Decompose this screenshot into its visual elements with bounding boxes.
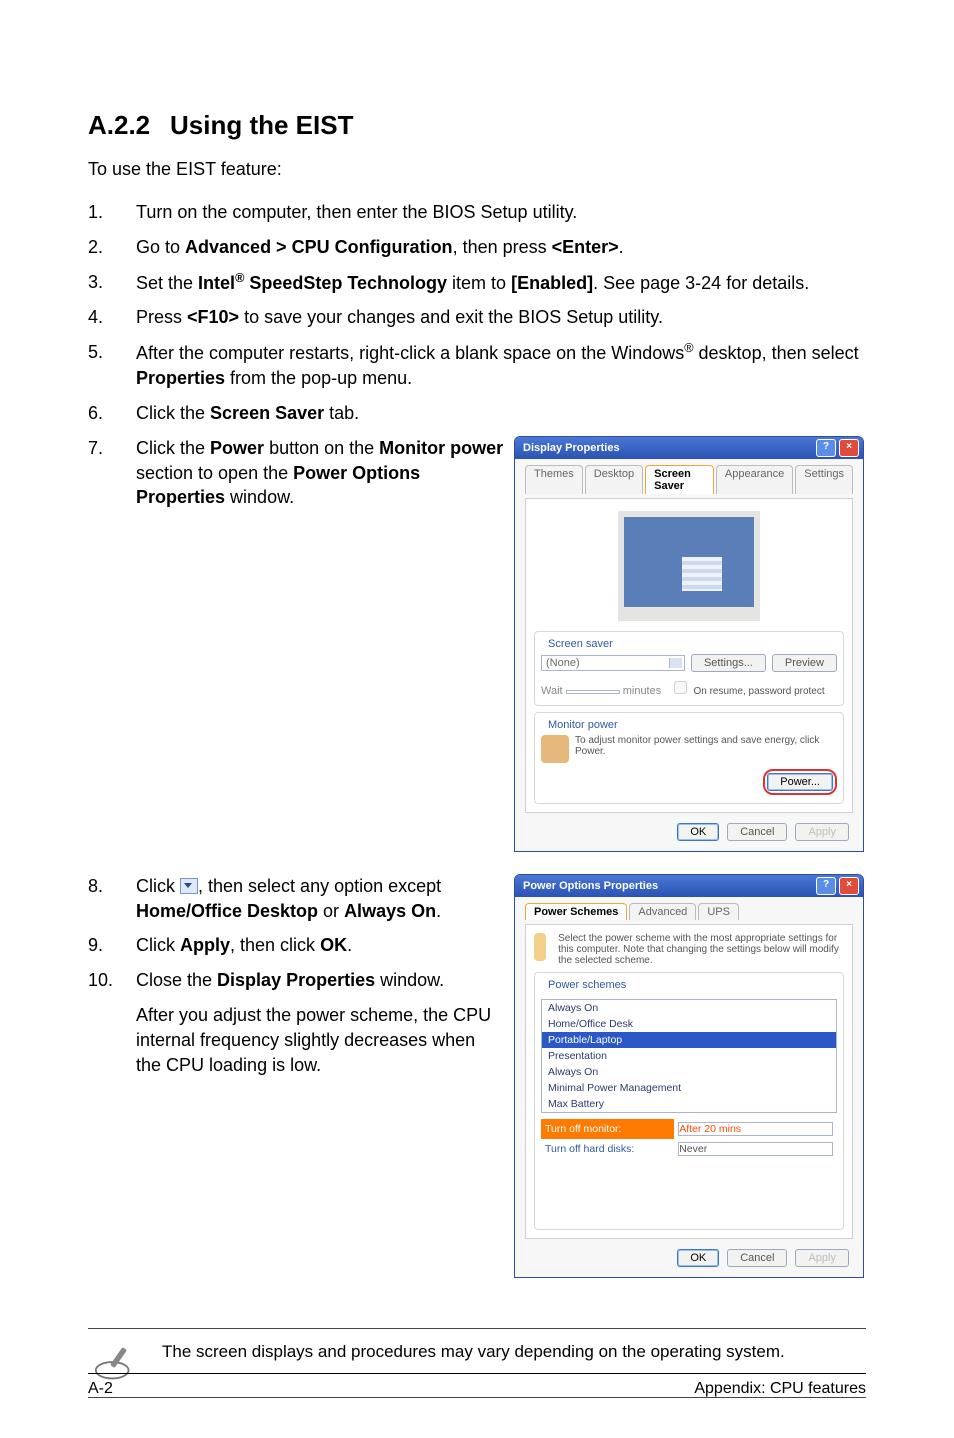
- step-4: 4. Press <F10> to save your changes and …: [88, 305, 866, 330]
- after-text: After you adjust the power scheme, the C…: [136, 1003, 504, 1077]
- ok-button[interactable]: OK: [677, 823, 719, 841]
- wait-label: Wait: [541, 685, 563, 697]
- step-6: 6. Click the Screen Saver tab.: [88, 401, 866, 426]
- wait-minutes[interactable]: [566, 690, 620, 694]
- display-properties-dialog: Display Properties ? × Themes Desktop Sc…: [514, 436, 864, 852]
- settings-button[interactable]: Settings...: [691, 654, 766, 672]
- close-button[interactable]: ×: [839, 439, 859, 457]
- section-title: Using the EIST: [170, 110, 353, 140]
- monitor-power-text: To adjust monitor power settings and sav…: [575, 735, 837, 757]
- group-screen-saver: Screen saver: [545, 638, 616, 650]
- tab-desktop[interactable]: Desktop: [585, 465, 643, 494]
- group-power-schemes: Power schemes: [545, 979, 629, 991]
- list-item[interactable]: Presentation: [542, 1048, 836, 1064]
- list-item[interactable]: Home/Office Desk: [542, 1016, 836, 1032]
- step-7: 7. Click the Power button on the Monitor…: [88, 436, 504, 510]
- section-heading: A.2.2Using the EIST: [88, 110, 866, 141]
- preview-monitor-icon: [618, 511, 760, 621]
- help-button[interactable]: ?: [816, 439, 836, 457]
- step-1: 1. Turn on the computer, then enter the …: [88, 200, 866, 225]
- tab-screen-saver[interactable]: Screen Saver: [645, 465, 714, 494]
- tab-settings[interactable]: Settings: [795, 465, 853, 494]
- step-2: 2. Go to Advanced > CPU Configuration, t…: [88, 235, 866, 260]
- power-icon: [541, 735, 569, 763]
- ok-button[interactable]: OK: [677, 1249, 719, 1267]
- page-footer: A-2 Appendix: CPU features: [88, 1373, 866, 1398]
- scheme-desc: Select the power scheme with the most ap…: [558, 933, 844, 966]
- monitor-value[interactable]: After 20 mins: [678, 1122, 833, 1136]
- help-button[interactable]: ?: [816, 877, 836, 895]
- intro-text: To use the EIST feature:: [88, 159, 866, 180]
- list-item[interactable]: Minimal Power Management: [542, 1080, 836, 1096]
- dialog-title: Power Options Properties: [523, 880, 813, 892]
- cancel-button[interactable]: Cancel: [727, 823, 787, 841]
- tab-ups[interactable]: UPS: [698, 903, 739, 920]
- cancel-button[interactable]: Cancel: [727, 1249, 787, 1267]
- section-number: A.2.2: [88, 110, 170, 141]
- scheme-dropdown[interactable]: Always On Home/Office Desk Portable/Lapt…: [541, 999, 837, 1113]
- row-monitor-label: Turn off monitor:: [541, 1119, 674, 1139]
- tab-appearance[interactable]: Appearance: [716, 465, 793, 494]
- group-monitor-power: Monitor power: [545, 719, 621, 731]
- row-hd-label: Turn off hard disks:: [541, 1139, 674, 1159]
- footer-page-number: A-2: [88, 1380, 113, 1398]
- step-3: 3. Set the Intel® SpeedStep Technology i…: [88, 270, 866, 296]
- scheme-icon: [534, 933, 546, 961]
- footer-chapter: Appendix: CPU features: [694, 1380, 866, 1398]
- close-button[interactable]: ×: [839, 877, 859, 895]
- step-9: 9. Click Apply, then click OK.: [88, 933, 504, 958]
- chevron-down-icon: [180, 878, 198, 894]
- power-options-dialog: Power Options Properties ? × Power Schem…: [514, 874, 864, 1278]
- tab-advanced[interactable]: Advanced: [629, 903, 696, 920]
- step-8: 8. Click , then select any option except…: [88, 874, 504, 924]
- hd-value[interactable]: Never: [678, 1142, 833, 1156]
- step-5: 5. After the computer restarts, right-cl…: [88, 340, 866, 391]
- apply-button[interactable]: Apply: [795, 823, 849, 841]
- tab-power-schemes[interactable]: Power Schemes: [525, 903, 627, 920]
- preview-button[interactable]: Preview: [772, 654, 837, 672]
- note-text: The screen displays and procedures may v…: [162, 1341, 785, 1364]
- power-button[interactable]: Power...: [767, 773, 833, 791]
- list-item[interactable]: Always On: [542, 1064, 836, 1080]
- screensaver-select[interactable]: (None): [541, 655, 685, 671]
- tab-themes[interactable]: Themes: [525, 465, 583, 494]
- list-item[interactable]: Portable/Laptop: [542, 1032, 836, 1048]
- list-item[interactable]: Always On: [542, 1000, 836, 1016]
- dialog-title: Display Properties: [523, 442, 813, 454]
- list-item[interactable]: Max Battery: [542, 1096, 836, 1112]
- resume-checkbox[interactable]: [674, 681, 687, 694]
- apply-button[interactable]: Apply: [795, 1249, 849, 1267]
- step-10: 10. Close the Display Properties window.: [88, 968, 504, 993]
